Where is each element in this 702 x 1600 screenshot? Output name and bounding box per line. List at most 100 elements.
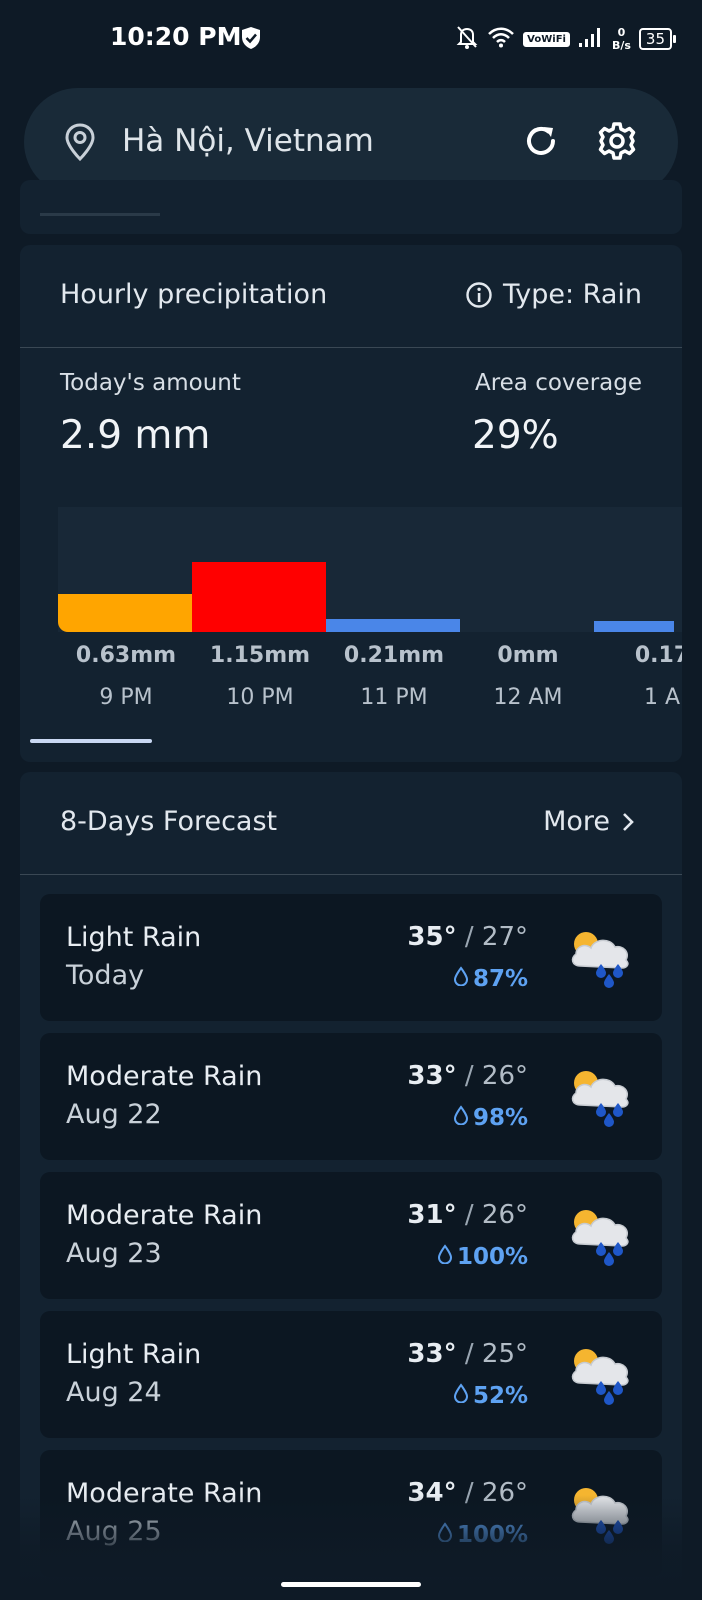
precip-bar-value: 0.21mm — [343, 643, 445, 668]
precip-bar-time: 11 PM — [360, 685, 428, 707]
temp-separator: / — [456, 1061, 482, 1091]
battery-level: 35 — [645, 30, 665, 48]
card-title: Hourly precipitation — [60, 279, 328, 310]
forecast-temperature: 33° / 25° — [407, 1339, 528, 1369]
forecast-humidity: 100% — [437, 1522, 528, 1548]
vowifi-badge: VoWiFi — [523, 31, 570, 47]
status-bar: 10:20 PM VoWiFi 0 B/s 35 — [0, 0, 702, 80]
precip-bar-time: 9 PM — [99, 685, 153, 707]
forecast-date: Aug 22 — [66, 1099, 162, 1130]
forecast-low: 26° — [481, 1478, 528, 1508]
precip-bar — [594, 621, 674, 632]
forecast-day-row[interactable]: Moderate Rain Aug 23 31° / 26° 100% — [40, 1172, 662, 1299]
precip-bar-value: 1.15mm — [209, 643, 311, 668]
network-speed-unit: B/s — [611, 39, 631, 52]
precip-bar-time: 12 AM — [493, 685, 563, 707]
gear-icon[interactable] — [596, 120, 638, 166]
precip-bar-time: 10 PM — [226, 685, 294, 707]
hourly-precipitation-chart[interactable]: 0.63mm 9 PM 1.15mm 10 PM 0.21mm 11 PM 0mm 12 AM… — [58, 507, 682, 707]
forecast-high: 33° — [407, 1061, 457, 1091]
todays-amount-value: 2.9 mm — [60, 413, 211, 458]
forecast-humidity: 100% — [437, 1244, 528, 1270]
forecast-day-row[interactable]: Moderate Rain Aug 25 34° / 26° 100% — [40, 1450, 662, 1577]
card-header: Hourly precipitation Type: Rain — [20, 245, 682, 348]
forecast-list: Light Rain Today 35° / 27° 87% Moderate Rain… — [40, 894, 662, 1589]
forecast-day-row[interactable]: Light Rain Today 35° / 27° 87% — [40, 894, 662, 1021]
forecast-condition: Light Rain — [66, 922, 202, 953]
card-title: 8-Days Forecast — [60, 806, 278, 837]
network-speed-value: 0 — [617, 26, 626, 39]
humidity-drop-icon — [453, 1383, 469, 1409]
forecast-day-row[interactable]: Moderate Rain Aug 22 33° / 26° 98% — [40, 1033, 662, 1160]
temp-separator: / — [456, 1339, 482, 1369]
area-coverage-value: 29% — [472, 413, 559, 458]
forecast-date: Today — [66, 960, 145, 991]
forecast-condition: Light Rain — [66, 1339, 202, 1370]
rain-cloud-sun-icon — [566, 922, 636, 994]
humidity-value: 100% — [456, 1244, 528, 1270]
forecast-low: 25° — [481, 1339, 528, 1369]
location-pin-icon — [62, 122, 98, 166]
signal-icon — [578, 26, 604, 52]
humidity-drop-icon — [453, 966, 469, 992]
forecast-high: 35° — [407, 922, 457, 952]
forecast-condition: Moderate Rain — [66, 1200, 263, 1231]
forecast-condition: Moderate Rain — [66, 1061, 263, 1092]
forecast-temperature: 34° / 26° — [407, 1478, 528, 1508]
forecast-condition: Moderate Rain — [66, 1478, 263, 1509]
battery-icon: 35 — [638, 28, 677, 50]
bell-off-icon — [455, 24, 479, 54]
temp-separator: / — [456, 1478, 482, 1508]
precip-bar — [326, 619, 460, 632]
forecast-date: Aug 25 — [66, 1516, 162, 1547]
more-button[interactable]: More — [543, 806, 636, 837]
temp-separator: / — [456, 1200, 482, 1230]
forecast-day-row[interactable]: Light Rain Aug 24 33° / 25° 52% — [40, 1311, 662, 1438]
forecast-high: 31° — [407, 1200, 457, 1230]
humidity-drop-icon — [437, 1522, 453, 1548]
humidity-value: 87% — [472, 966, 528, 992]
precip-bar-value: 0mm — [497, 643, 559, 668]
forecast-temperature: 31° / 26° — [407, 1200, 528, 1230]
rain-cloud-sun-icon — [566, 1478, 636, 1550]
hourly-precipitation-card: Hourly precipitation Type: Rain Today's … — [20, 245, 682, 762]
chart-scroll-indicator — [30, 739, 152, 743]
forecast-date: Aug 24 — [66, 1377, 162, 1408]
shield-icon — [240, 26, 262, 54]
precip-bar-time: 1 A — [643, 685, 681, 707]
forecast-low: 26° — [481, 1061, 528, 1091]
precip-bar-value: 0.17 — [634, 643, 682, 668]
precipitation-type[interactable]: Type: Rain — [465, 279, 642, 310]
card-header: 8-Days Forecast More — [20, 772, 682, 875]
home-indicator[interactable] — [281, 1582, 421, 1587]
previous-card-partial — [20, 180, 682, 234]
temp-separator: / — [456, 922, 482, 952]
rain-cloud-sun-icon — [566, 1061, 636, 1133]
forecast-temperature: 33° / 26° — [407, 1061, 528, 1091]
precipitation-type-label: Type: Rain — [502, 279, 642, 310]
precip-bar-value: 0.63mm — [75, 643, 177, 668]
humidity-drop-icon — [453, 1105, 469, 1131]
location-name: Hà Nội, Vietnam — [122, 123, 374, 159]
humidity-value: 98% — [472, 1105, 528, 1131]
rain-cloud-sun-icon — [566, 1200, 636, 1272]
precip-bar — [192, 562, 326, 632]
forecast-high: 33° — [407, 1339, 457, 1369]
forecast-low: 26° — [481, 1200, 528, 1230]
network-speed: 0 B/s — [612, 26, 631, 52]
card-scroll-indicator — [40, 213, 160, 216]
forecast-humidity: 52% — [453, 1383, 528, 1409]
humidity-value: 100% — [456, 1522, 528, 1548]
rain-cloud-sun-icon — [566, 1339, 636, 1411]
info-icon — [466, 281, 492, 308]
todays-amount-label: Today's amount — [60, 370, 241, 396]
forecast-humidity: 87% — [453, 966, 528, 992]
eight-day-forecast-card: 8-Days Forecast More Light Rain Today 35° … — [20, 772, 682, 1592]
refresh-icon[interactable] — [522, 122, 560, 164]
wifi-icon — [487, 26, 515, 52]
area-coverage-label: Area coverage — [474, 370, 642, 396]
forecast-temperature: 35° / 27° — [407, 922, 528, 952]
forecast-humidity: 98% — [453, 1105, 528, 1131]
status-time: 10:20 PM — [110, 22, 242, 51]
forecast-high: 34° — [407, 1478, 457, 1508]
